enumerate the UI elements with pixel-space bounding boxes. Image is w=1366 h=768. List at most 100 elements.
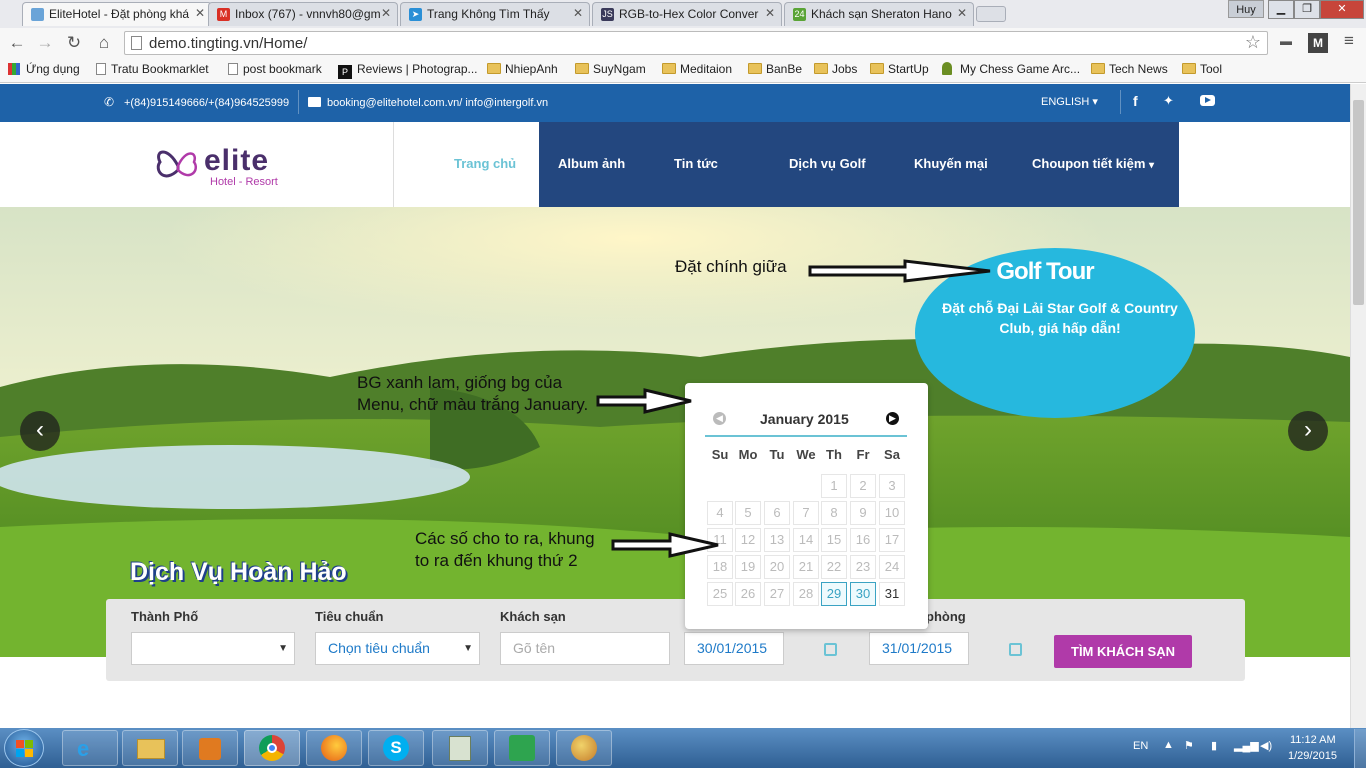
browser-tab[interactable]: EliteHotel - Đặt phòng khá ✕ [22, 2, 212, 26]
forward-icon[interactable]: → [34, 32, 56, 54]
bookmark-folder[interactable]: SuyNgam [575, 62, 646, 76]
extension-icon[interactable]: ▬ [1276, 34, 1296, 52]
nav-album[interactable]: Album ảnh [558, 156, 625, 171]
media-player-icon[interactable] [182, 730, 238, 766]
maximize-button[interactable]: ❐ [1294, 0, 1320, 19]
nav-news[interactable]: Tin tức [674, 156, 718, 171]
calendar-day[interactable]: 15 [821, 528, 847, 552]
ie-icon[interactable]: e [62, 730, 118, 766]
bookmark-folder[interactable]: NhiepAnh [487, 62, 558, 76]
calendar-day[interactable]: 28 [793, 582, 819, 606]
browser-tab[interactable]: 24 Khách sạn Sheraton Hano ✕ [784, 2, 974, 26]
calendar-day[interactable]: 9 [850, 501, 876, 525]
bookmark-folder[interactable]: BanBe [748, 62, 802, 76]
close-window-button[interactable]: ✕ [1320, 0, 1364, 19]
calendar-day[interactable]: 5 [735, 501, 761, 525]
menu-icon[interactable]: ≡ [1338, 31, 1360, 53]
bookmark-folder[interactable]: StartUp [870, 62, 929, 76]
nav-promotions[interactable]: Khuyến mại [914, 156, 988, 171]
star-icon[interactable]: ☆ [1245, 32, 1261, 53]
bookmark-folder[interactable]: Meditaion [662, 62, 732, 76]
site-logo[interactable]: elite Hotel - Resort [152, 140, 292, 190]
close-icon[interactable]: ✕ [381, 6, 391, 20]
back-icon[interactable]: ← [6, 32, 28, 54]
calendar-day[interactable]: 16 [850, 528, 876, 552]
close-icon[interactable]: ✕ [765, 6, 775, 20]
close-icon[interactable]: ✕ [957, 6, 967, 20]
calendar-day[interactable]: 29 [821, 582, 847, 606]
flag-icon[interactable]: ⚑ [1184, 739, 1194, 752]
firefox-icon[interactable] [306, 730, 362, 766]
visual-studio-icon[interactable] [494, 730, 550, 766]
prev-month-icon[interactable]: ◀ [713, 412, 726, 425]
clock-date[interactable]: 1/29/2015 [1288, 750, 1337, 762]
bookmark-folder[interactable]: Jobs [814, 62, 857, 76]
start-button[interactable] [4, 729, 44, 767]
city-select[interactable]: ▼ [131, 632, 295, 665]
calendar-icon[interactable] [1009, 643, 1022, 656]
checkout-date-input[interactable]: 31/01/2015 [869, 632, 969, 665]
close-icon[interactable]: ✕ [195, 6, 205, 20]
next-month-icon[interactable]: ▶ [886, 412, 899, 425]
calendar-day[interactable]: 3 [879, 474, 905, 498]
address-bar[interactable]: demo.tingting.vn/Home/ ☆ [124, 31, 1268, 55]
volume-icon[interactable]: ◀) [1260, 739, 1272, 752]
tray-expand-icon[interactable]: ▲ [1163, 739, 1174, 751]
calendar-day[interactable]: 19 [735, 555, 761, 579]
browser-tab[interactable]: ➤ Trang Không Tìm Thấy ✕ [400, 2, 590, 26]
calendar-day[interactable]: 22 [821, 555, 847, 579]
calendar-day[interactable]: 17 [879, 528, 905, 552]
calendar-day[interactable]: 25 [707, 582, 733, 606]
calendar-day[interactable]: 23 [850, 555, 876, 579]
extension-m-icon[interactable]: M [1308, 33, 1328, 53]
close-icon[interactable]: ✕ [573, 6, 583, 20]
facebook-icon[interactable]: f [1133, 93, 1138, 109]
slider-next-button[interactable]: › [1288, 411, 1328, 451]
bookmark-post[interactable]: post bookmark [228, 62, 322, 76]
standard-select[interactable]: Chọn tiêu chuẩn ▼ [315, 632, 480, 665]
chrome-icon[interactable] [244, 730, 300, 766]
calendar-day[interactable]: 10 [879, 501, 905, 525]
bookmark-tratu[interactable]: Tratu Bookmarklet [96, 62, 209, 76]
clock-time[interactable]: 11:12 AM [1290, 734, 1336, 746]
hotel-name-input[interactable]: Gõ tên [500, 632, 670, 665]
calendar-day[interactable]: 30 [850, 582, 876, 606]
twitter-icon[interactable]: ✦ [1163, 93, 1174, 109]
bookmark-folder[interactable]: Tool [1182, 62, 1222, 76]
calendar-day[interactable]: 24 [879, 555, 905, 579]
calendar-day[interactable]: 2 [850, 474, 876, 498]
browser-tab[interactable]: M Inbox (767) - vnnvh80@gm ✕ [208, 2, 398, 26]
youtube-icon[interactable] [1200, 95, 1215, 106]
paint-icon[interactable] [556, 730, 612, 766]
calendar-day[interactable]: 20 [764, 555, 790, 579]
profile-button[interactable]: Huy [1228, 0, 1264, 18]
calendar-day[interactable]: 6 [764, 501, 790, 525]
calendar-day[interactable]: 27 [764, 582, 790, 606]
calendar-day[interactable]: 8 [821, 501, 847, 525]
minimize-button[interactable]: ▁ [1268, 0, 1294, 19]
nav-golf[interactable]: Dịch vụ Golf [789, 156, 866, 171]
bookmark-chess[interactable]: My Chess Game Arc... [942, 62, 1080, 76]
calendar-day[interactable]: 21 [793, 555, 819, 579]
calendar-day[interactable]: 12 [735, 528, 761, 552]
calendar-day[interactable]: 7 [793, 501, 819, 525]
calendar-day[interactable]: 4 [707, 501, 733, 525]
calendar-day[interactable]: 26 [735, 582, 761, 606]
new-tab-button[interactable] [976, 6, 1006, 22]
calendar-icon[interactable] [824, 643, 837, 656]
calendar-day[interactable]: 31 [879, 582, 905, 606]
input-language[interactable]: EN [1133, 740, 1148, 752]
slider-prev-button[interactable]: ‹ [20, 411, 60, 451]
nav-coupons[interactable]: Choupon tiết kiệm ▾ [1032, 156, 1154, 171]
bookmark-apps[interactable]: Ứng dụng [8, 62, 80, 76]
explorer-icon[interactable] [122, 730, 178, 766]
search-hotel-button[interactable]: TÌM KHÁCH SẠN [1054, 635, 1192, 668]
calendar-day[interactable]: 1 [821, 474, 847, 498]
reload-icon[interactable]: ↻ [63, 32, 85, 54]
page-scrollbar[interactable] [1350, 84, 1366, 728]
calculator-icon[interactable] [432, 730, 488, 766]
calendar-day[interactable]: 14 [793, 528, 819, 552]
bookmark-reviews[interactable]: P Reviews | Photograp... [338, 62, 478, 79]
bookmark-folder[interactable]: Tech News [1091, 62, 1168, 76]
scrollbar-thumb[interactable] [1353, 100, 1364, 305]
